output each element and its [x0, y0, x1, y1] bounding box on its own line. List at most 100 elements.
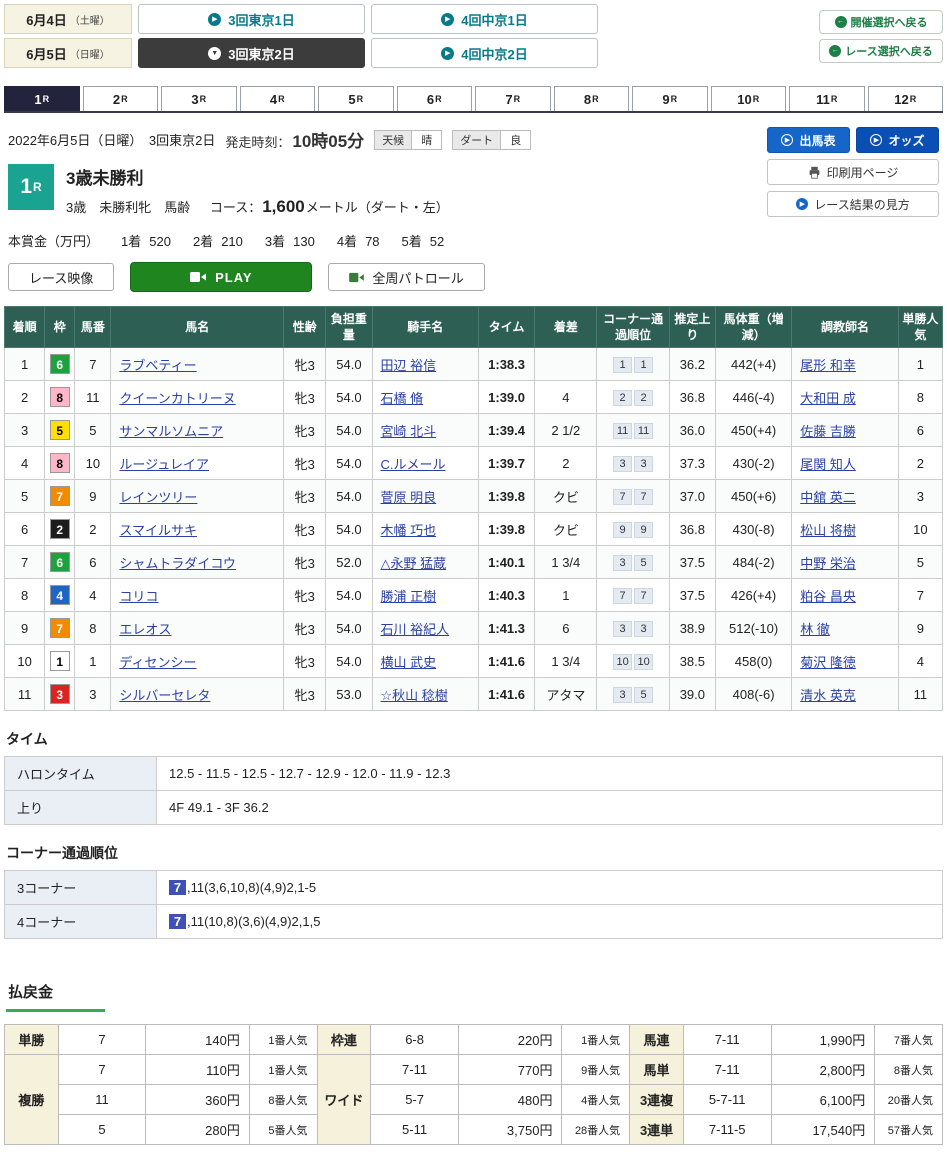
- finish-position: 1: [5, 348, 45, 381]
- estimated-last-3f: 36.8: [669, 513, 715, 546]
- race-tab[interactable]: 1R: [4, 86, 80, 111]
- horse-name-link[interactable]: レインツリー: [119, 490, 197, 505]
- margin: クビ: [535, 480, 597, 513]
- corner-position-4: 9: [634, 522, 653, 538]
- meeting-button-tokyo-day2-selected[interactable]: ▼ 3回東京2日: [138, 38, 365, 68]
- corner-position-3: 9: [613, 522, 632, 538]
- patrol-video-button[interactable]: 全周パトロール: [328, 263, 484, 291]
- horse-name-link[interactable]: クイーンカトリーヌ: [119, 391, 235, 406]
- trainer-link[interactable]: 清水 英克: [800, 688, 856, 703]
- time-row-label: ハロンタイム: [5, 757, 157, 791]
- race-tab[interactable]: 5R: [318, 86, 394, 111]
- carried-weight: 54.0: [326, 447, 372, 480]
- time-table-body: ハロンタイム 12.5 - 11.5 - 12.5 - 12.7 - 12.9 …: [5, 757, 943, 825]
- jockey-link[interactable]: △永野 猛蔵: [381, 556, 447, 571]
- race-tab[interactable]: 8R: [554, 86, 630, 111]
- trainer-link[interactable]: 佐藤 吉勝: [800, 424, 856, 439]
- race-tab-number: 11: [816, 92, 830, 107]
- jockey-link[interactable]: 横山 武史: [381, 655, 437, 670]
- trainer-link[interactable]: 中野 栄治: [800, 556, 856, 571]
- time-row: 上り 4F 49.1 - 3F 36.2: [5, 791, 943, 825]
- meeting-button-chukyo-day1[interactable]: ▶ 4回中京1日: [371, 4, 598, 34]
- payout-combo: 5-11: [371, 1115, 459, 1145]
- trainer-link[interactable]: 林 徹: [800, 622, 830, 637]
- play-button[interactable]: PLAY: [130, 262, 312, 292]
- payout-popularity: 57番人気: [875, 1115, 943, 1145]
- return-icon: ←: [829, 45, 841, 57]
- jockey-link[interactable]: 宮崎 北斗: [381, 424, 437, 439]
- race-tab[interactable]: 11R: [789, 86, 865, 111]
- print-page-button[interactable]: 印刷用ページ: [767, 159, 939, 185]
- race-tab-suffix: R: [592, 94, 599, 104]
- race-tab[interactable]: 10R: [711, 86, 787, 111]
- results-guide-button[interactable]: ▶ レース結果の見方: [767, 191, 939, 217]
- race-video-label: レース映像: [29, 268, 93, 287]
- corner-row-label: 4コーナー: [5, 905, 157, 939]
- trainer-link[interactable]: 粕谷 昌央: [800, 589, 856, 604]
- sex-age: 牝3: [284, 612, 326, 645]
- meeting-button-label: 3回東京2日: [228, 44, 294, 63]
- date-tab-saturday[interactable]: 6月4日 （土曜）: [4, 4, 132, 34]
- back-to-race-select-button[interactable]: ← レース選択へ戻る: [819, 39, 943, 63]
- horse-name-link[interactable]: シャムトラダイコウ: [119, 556, 235, 571]
- trainer-link[interactable]: 大和田 成: [800, 391, 856, 406]
- jockey-link[interactable]: 勝浦 正樹: [381, 589, 437, 604]
- trainer-link[interactable]: 尾関 知人: [800, 457, 856, 472]
- horse-name-link[interactable]: ディセンシー: [119, 655, 196, 670]
- jockey-link[interactable]: 菅原 明良: [381, 490, 437, 505]
- horse-name-link[interactable]: スマイルサキ: [119, 523, 197, 538]
- date-tab-sunday[interactable]: 6月5日 （日曜）: [4, 38, 132, 68]
- odds-button[interactable]: ▶ オッズ: [856, 127, 939, 153]
- trainer-link[interactable]: 菊沢 隆徳: [800, 655, 856, 670]
- finish-position: 10: [5, 645, 45, 678]
- back-to-meeting-select-button[interactable]: ← 開催選択へ戻る: [819, 10, 943, 34]
- win-favorite-rank: 1: [898, 348, 942, 381]
- trainer-link[interactable]: 尾形 和幸: [800, 358, 856, 373]
- payout-amount: 280円: [146, 1115, 250, 1145]
- horse-name-link[interactable]: サンマルソムニア: [119, 424, 223, 439]
- course-distance: 1,600: [262, 197, 305, 216]
- horse-name-link[interactable]: ルージュレイア: [119, 457, 209, 472]
- trainer-cell: 尾形 和幸: [792, 348, 898, 381]
- jockey-link[interactable]: 田辺 裕信: [381, 358, 437, 373]
- jockey-link[interactable]: 石橋 脩: [381, 391, 424, 406]
- trainer-cell: 粕谷 昌央: [792, 579, 898, 612]
- trainer-link[interactable]: 中舘 英二: [800, 490, 856, 505]
- horse-name-link[interactable]: シルバーセレタ: [119, 688, 210, 703]
- horse-name-link[interactable]: コリコ: [119, 589, 158, 604]
- jockey-cell: 田辺 裕信: [372, 348, 478, 381]
- race-tab[interactable]: 12R: [868, 86, 944, 111]
- entry-table-button[interactable]: ▶ 出馬表: [767, 127, 850, 153]
- meeting-button-tokyo-day1[interactable]: ▶ 3回東京1日: [138, 4, 365, 34]
- trainer-link[interactable]: 松山 将樹: [800, 523, 856, 538]
- return-icon: ←: [835, 16, 847, 28]
- race-tab[interactable]: 9R: [632, 86, 708, 111]
- race-number: 1: [20, 175, 32, 199]
- sex-age: 牝3: [284, 678, 326, 711]
- jockey-link[interactable]: 木幡 巧也: [381, 523, 437, 538]
- jockey-link[interactable]: 石川 裕紀人: [381, 622, 450, 637]
- horse-weight: 458(0): [715, 645, 791, 678]
- payout-popularity: 8番人気: [875, 1055, 943, 1085]
- race-tab[interactable]: 3R: [161, 86, 237, 111]
- race-video-button[interactable]: レース映像: [8, 263, 114, 291]
- race-tab[interactable]: 2R: [83, 86, 159, 111]
- sex-age: 牝3: [284, 513, 326, 546]
- horse-name-link[interactable]: エレオス: [119, 622, 171, 637]
- race-tab[interactable]: 4R: [240, 86, 316, 111]
- corner-position-3: 11: [613, 423, 632, 439]
- meeting-button-chukyo-day2[interactable]: ▶ 4回中京2日: [371, 38, 598, 68]
- column-header: タイム: [478, 307, 534, 348]
- race-tab[interactable]: 6R: [397, 86, 473, 111]
- time-table: ハロンタイム 12.5 - 11.5 - 12.5 - 12.7 - 12.9 …: [4, 756, 943, 825]
- race-tab[interactable]: 7R: [475, 86, 551, 111]
- jockey-link[interactable]: C.ルメール: [381, 457, 446, 472]
- prize-place: 4着: [337, 234, 357, 249]
- weather-value: 晴: [412, 131, 441, 149]
- horse-weight: 484(-2): [715, 546, 791, 579]
- horse-name-link[interactable]: ラブベティー: [119, 358, 196, 373]
- video-camera-icon: [349, 272, 364, 283]
- frame-number-badge: 7: [50, 618, 70, 638]
- jockey-link[interactable]: ☆秋山 稔樹: [381, 688, 448, 703]
- column-header: コーナー通過順位: [597, 307, 669, 348]
